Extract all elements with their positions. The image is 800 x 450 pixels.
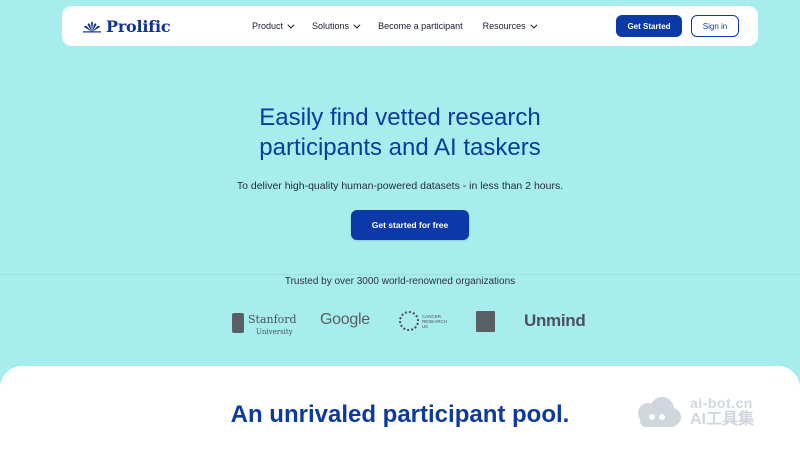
nav-item-label: Resources [482, 21, 526, 31]
nav-item-become-participant[interactable]: Become a participant [378, 21, 463, 31]
nav-item-product[interactable]: Product [252, 21, 295, 31]
cancer-research-uk-logo: CANCER RESEARCH UK [399, 311, 454, 331]
prolific-logo-icon [83, 21, 101, 33]
google-logo: Google [320, 311, 370, 328]
get-started-free-button[interactable]: Get started for free [351, 210, 469, 240]
nav-item-label: Product [252, 21, 284, 31]
hero-subtitle: To deliver high-quality human-powered da… [236, 180, 564, 192]
hero-title-line-2: participants and AI taskers [259, 134, 541, 161]
watermark-cloud-icon [630, 393, 682, 431]
top-navbar: Prolific Product Solutions Become a part… [62, 6, 758, 46]
nav-item-resources[interactable]: Resources [482, 21, 538, 31]
sign-in-button[interactable]: Sign in [691, 15, 739, 37]
stanford-sub: University [256, 328, 293, 336]
stanford-logo: Stanford University [232, 310, 297, 336]
stanford-name: Stanford [248, 313, 297, 326]
cancer-research-ring-icon [399, 311, 419, 331]
watermark-line-1: ai-bot.cn [690, 395, 753, 411]
chevron-down-icon [530, 21, 538, 29]
watermark: ai-bot.cn AI工具集 [630, 393, 754, 431]
prolific-logo[interactable]: Prolific [82, 16, 171, 36]
main-menu: Product Solutions Become a participant R… [252, 6, 538, 46]
organization-logos: Stanford University Google CANCER RESEAR… [0, 308, 800, 336]
unmind-logo: Unmind [524, 311, 586, 330]
nav-item-solutions[interactable]: Solutions [312, 21, 361, 31]
hero-title: Easily find vetted research participants… [0, 103, 800, 163]
logo-wordmark: Prolific [106, 16, 171, 36]
section-divider [0, 274, 800, 275]
oxford-crest-icon [476, 311, 495, 332]
nav-item-label: Become a participant [378, 21, 463, 31]
cancer-research-text: CANCER RESEARCH UK [422, 313, 448, 329]
get-started-button[interactable]: Get Started [616, 15, 682, 37]
hero-title-line-1: Easily find vetted research [259, 104, 541, 131]
nav-item-label: Solutions [312, 21, 350, 31]
chevron-down-icon [287, 21, 295, 29]
watermark-line-2: AI工具集 [690, 411, 755, 428]
stanford-tree-icon [232, 313, 244, 333]
trusted-by-text: Trusted by over 3000 world-renowned orga… [284, 276, 516, 287]
chevron-down-icon [353, 21, 361, 29]
